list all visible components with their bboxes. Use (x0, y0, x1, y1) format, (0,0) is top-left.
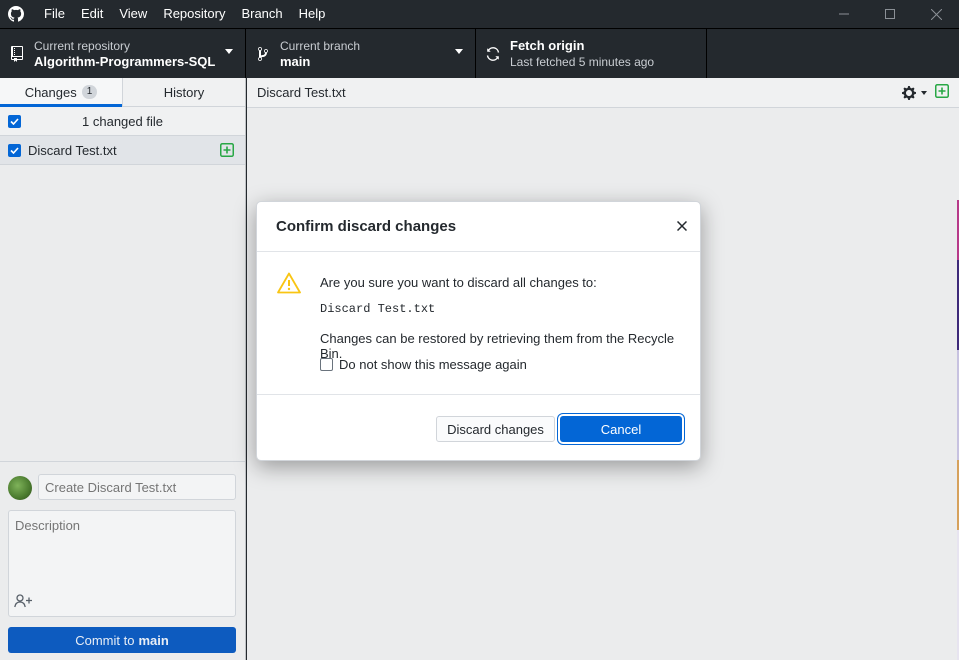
minimize-icon (839, 13, 849, 15)
repo-icon (0, 45, 34, 62)
menu-bar: File Edit View Repository Branch Help (36, 0, 333, 28)
changes-count-badge: 1 (81, 85, 98, 99)
branch-name: main (280, 53, 311, 69)
close-icon (677, 221, 687, 231)
window-controls (821, 0, 959, 28)
minimize-button[interactable] (821, 0, 867, 28)
confirm-discard-dialog: Confirm discard changes Are you sure you… (256, 201, 701, 461)
last-fetched-text: Last fetched 5 minutes ago (510, 55, 655, 69)
maximize-icon (885, 9, 895, 19)
branch-label: Current branch (280, 38, 361, 53)
fetch-origin-button[interactable]: Fetch origin Last fetched 5 minutes ago (476, 29, 707, 78)
discard-changes-button[interactable]: Discard changes (436, 416, 555, 442)
tab-changes[interactable]: Changes 1 (0, 78, 122, 107)
checkmark-icon (10, 146, 19, 154)
avatar (8, 476, 32, 500)
fetch-label: Fetch origin (510, 38, 585, 53)
file-added-icon (220, 143, 234, 160)
current-branch-button[interactable]: Current branch main (246, 29, 476, 78)
changed-files-header: 1 changed file (0, 107, 245, 136)
commit-summary-input[interactable] (38, 474, 236, 500)
diff-header: Discard Test.txt (247, 78, 959, 108)
checkmark-icon (10, 117, 19, 125)
add-coauthor-icon[interactable] (14, 594, 36, 610)
diff-settings-button[interactable] (902, 85, 927, 101)
chevron-down-icon (225, 49, 233, 54)
commit-description-box (8, 510, 236, 617)
menu-help[interactable]: Help (291, 0, 334, 28)
sidebar-tabs: Changes 1 History (0, 78, 245, 107)
dialog-title: Confirm discard changes (276, 218, 457, 235)
chevron-down-icon (921, 90, 927, 95)
cancel-button[interactable]: Cancel (560, 416, 682, 442)
file-added-icon (935, 84, 949, 101)
repo-name: Algorithm-Programmers-SQL (34, 53, 216, 69)
changed-files-count: 1 changed file (82, 113, 163, 129)
chevron-down-icon (455, 49, 463, 54)
diff-actions (902, 84, 949, 101)
commit-panel: Commit to main (0, 461, 245, 660)
toolbar: Current repository Algorithm-Programmers… (0, 28, 959, 78)
commit-button-branch: main (138, 632, 169, 648)
tab-changes-label: Changes (24, 84, 77, 100)
dialog-message: Are you sure you want to discard all cha… (320, 275, 597, 290)
dont-show-again-label: Do not show this message again (339, 357, 527, 372)
diff-file-name: Discard Test.txt (257, 85, 346, 100)
current-repository-button[interactable]: Current repository Algorithm-Programmers… (0, 29, 246, 78)
sidebar: Changes 1 History 1 changed file Discard… (0, 78, 246, 660)
menu-branch[interactable]: Branch (233, 0, 290, 28)
gear-icon (902, 85, 916, 100)
dialog-file-path: Discard Test.txt (320, 302, 436, 316)
dialog-close-button[interactable] (675, 219, 689, 233)
tab-history[interactable]: History (122, 78, 245, 106)
warning-icon (277, 272, 301, 297)
commit-description-input[interactable] (9, 511, 235, 581)
close-window-button[interactable] (913, 0, 959, 28)
menu-view[interactable]: View (111, 0, 155, 28)
dialog-body: Are you sure you want to discard all cha… (257, 252, 700, 395)
menu-file[interactable]: File (36, 0, 73, 28)
dialog-footer: Discard changes Cancel (257, 395, 700, 460)
file-list-item[interactable]: Discard Test.txt (0, 136, 245, 165)
repo-label: Current repository (34, 38, 131, 53)
dont-show-again-checkbox[interactable] (320, 358, 333, 371)
menu-repository[interactable]: Repository (155, 0, 233, 28)
select-all-checkbox[interactable] (8, 114, 21, 128)
title-bar: File Edit View Repository Branch Help (0, 0, 959, 28)
sync-icon (476, 46, 510, 62)
dialog-header: Confirm discard changes (257, 202, 700, 252)
commit-button[interactable]: Commit to main (8, 627, 236, 653)
menu-edit[interactable]: Edit (73, 0, 111, 28)
dont-show-again-option[interactable]: Do not show this message again (320, 357, 527, 372)
file-name: Discard Test.txt (28, 142, 117, 158)
file-checkbox[interactable] (8, 143, 21, 157)
commit-button-prefix: Commit to (75, 632, 135, 648)
github-logo-icon (0, 0, 32, 28)
tab-history-label: History (163, 84, 205, 100)
branch-icon (246, 46, 280, 62)
close-icon (930, 8, 942, 20)
maximize-button[interactable] (867, 0, 913, 28)
